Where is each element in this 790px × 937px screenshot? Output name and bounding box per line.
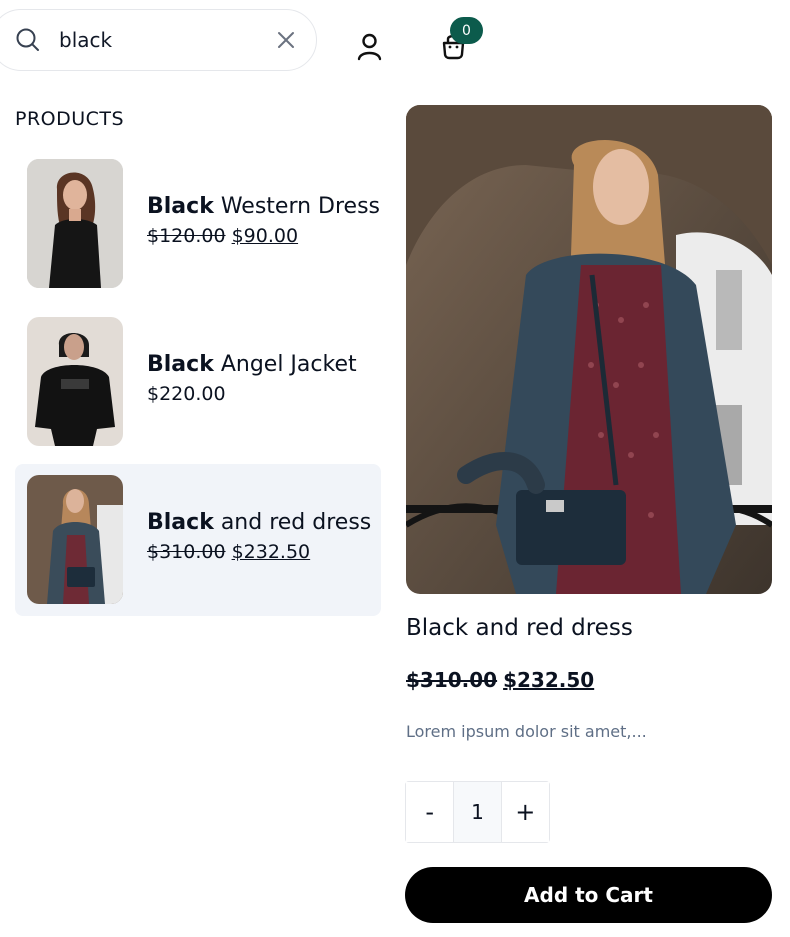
price-line: $220.00 — [147, 383, 357, 405]
increase-button[interactable]: + — [501, 782, 549, 842]
product-thumbnail — [27, 475, 123, 604]
price: $220.00 — [147, 383, 226, 405]
price-line: $310.00 $232.50 — [147, 541, 371, 563]
quantity-value[interactable]: 1 — [453, 782, 502, 842]
product-title: Black and red dress — [406, 615, 633, 641]
original-price: $310.00 — [406, 668, 498, 692]
sale-price: $90.00 — [231, 225, 299, 247]
user-icon[interactable] — [356, 32, 383, 61]
list-item[interactable]: Black Angel Jacket $220.00 — [15, 306, 381, 458]
product-price: $310.00 $232.50 — [406, 668, 594, 692]
decrease-button[interactable]: - — [406, 782, 454, 842]
name-rest: Western Dress — [213, 194, 380, 219]
match-highlight: Black — [147, 352, 214, 377]
quantity-stepper: - 1 + — [405, 781, 550, 843]
list-item-selected[interactable]: Black and red dress $310.00 $232.50 — [15, 464, 381, 616]
product-thumbnail — [27, 159, 123, 288]
match-highlight: Black — [147, 510, 214, 535]
sale-price: $232.50 — [503, 668, 595, 692]
result-name: Black Angel Jacket — [147, 352, 357, 377]
search-input[interactable] — [57, 27, 247, 53]
search-results: Black Western Dress $120.00 $90.00 Black … — [15, 148, 381, 622]
add-to-cart-button[interactable]: Add to Cart — [405, 867, 772, 923]
section-label: PRODUCTS — [15, 108, 125, 130]
result-name: Black and red dress — [147, 510, 371, 535]
name-rest: and red dress — [213, 510, 372, 535]
sale-price: $232.50 — [231, 541, 311, 563]
search-icon — [16, 28, 39, 51]
cart-count-badge: 0 — [450, 17, 483, 44]
match-highlight: Black — [147, 194, 214, 219]
close-icon[interactable] — [276, 30, 296, 50]
price-line: $120.00 $90.00 — [147, 225, 380, 247]
result-name: Black Western Dress — [147, 194, 380, 219]
product-image — [406, 105, 772, 594]
name-rest: Angel Jacket — [213, 352, 357, 377]
original-price: $120.00 — [147, 225, 226, 247]
product-thumbnail — [27, 317, 123, 446]
list-item[interactable]: Black Western Dress $120.00 $90.00 — [15, 148, 381, 300]
search-bar[interactable] — [0, 9, 317, 71]
product-description: Lorem ipsum dolor sit amet,... — [406, 722, 647, 741]
original-price: $310.00 — [147, 541, 226, 563]
